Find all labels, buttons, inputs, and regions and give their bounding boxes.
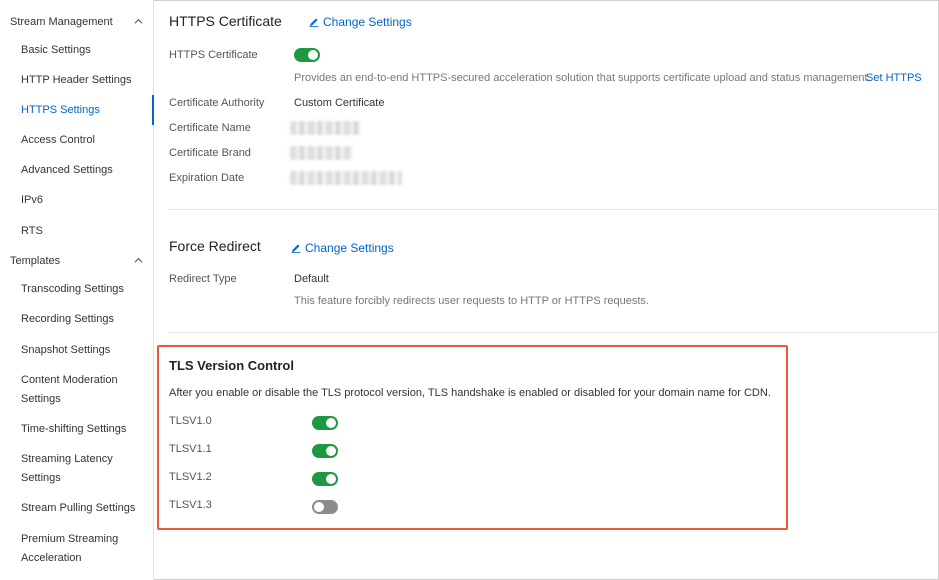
active-indicator <box>152 95 154 125</box>
sidebar-item-label: Settings <box>21 393 61 405</box>
expiration-date-label: Expiration Date <box>169 172 245 184</box>
tls-v1-2-toggle[interactable] <box>312 472 338 486</box>
certificate-authority-label: Certificate Authority <box>169 97 265 109</box>
sidebar-item-label: Streaming Latency <box>21 453 113 465</box>
sidebar-item-time-shifting-settings[interactable]: Time-shifting Settings <box>0 420 153 439</box>
sidebar-group-templates[interactable]: Templates <box>0 248 153 274</box>
redirect-change-settings-link[interactable]: Change Settings <box>291 241 394 255</box>
sidebar-item-snapshot-settings[interactable]: Snapshot Settings <box>0 341 153 360</box>
toggle-knob <box>326 474 336 484</box>
redirect-section-title: Force Redirect <box>169 238 261 254</box>
chevron-up-icon <box>134 18 143 24</box>
certificate-authority-value: Custom Certificate <box>294 97 385 109</box>
sidebar-item-rts[interactable]: RTS <box>0 222 153 241</box>
certificate-name-redacted <box>290 121 360 135</box>
sidebar-item-content-moderation-settings[interactable]: Content Moderation Settings <box>0 371 153 409</box>
https-certificate-description: Provides an end-to-end HTTPS-secured acc… <box>294 72 871 84</box>
sidebar-group-label: Templates <box>10 255 61 267</box>
change-settings-label: Change Settings <box>305 241 394 255</box>
sidebar-item-basic-settings[interactable]: Basic Settings <box>0 41 153 60</box>
sidebar-item-transcoding-settings[interactable]: Transcoding Settings <box>0 280 153 299</box>
sidebar: Stream Management Basic Settings HTTP He… <box>0 0 154 580</box>
https-certificate-toggle[interactable] <box>294 48 320 62</box>
sidebar-item-label: Content Moderation <box>21 374 118 386</box>
sidebar-group-stream-management[interactable]: Stream Management <box>0 9 153 35</box>
toggle-knob <box>326 418 336 428</box>
sidebar-item-streaming-latency-settings[interactable]: Streaming Latency Settings <box>0 450 153 488</box>
edit-icon <box>309 18 319 27</box>
sidebar-item-premium-streaming-acceleration[interactable]: Premium Streaming Acceleration <box>0 530 153 568</box>
tls-description: After you enable or disable the TLS prot… <box>169 387 771 399</box>
tls-section-title: TLS Version Control <box>169 358 294 373</box>
sidebar-item-label: Premium Streaming <box>21 533 119 545</box>
certificate-name-label: Certificate Name <box>169 122 251 134</box>
https-certificate-label: HTTPS Certificate <box>169 49 258 61</box>
toggle-knob <box>308 50 318 60</box>
redirect-type-value: Default <box>294 273 329 285</box>
redirect-description: This feature forcibly redirects user req… <box>294 295 649 307</box>
sidebar-item-https-settings[interactable]: HTTPS Settings <box>0 101 153 120</box>
sidebar-item-recording-settings[interactable]: Recording Settings <box>0 310 153 329</box>
sidebar-item-access-control[interactable]: Access Control <box>0 131 153 150</box>
sidebar-item-label: Settings <box>21 472 61 484</box>
https-change-settings-link[interactable]: Change Settings <box>309 15 412 29</box>
set-https-link[interactable]: Set HTTPS <box>866 72 922 84</box>
certificate-brand-label: Certificate Brand <box>169 147 251 159</box>
redirect-type-label: Redirect Type <box>169 273 237 285</box>
tls-version-label: TLSV1.2 <box>169 471 212 483</box>
toggle-knob <box>314 502 324 512</box>
change-settings-label: Change Settings <box>323 15 412 29</box>
expiration-date-redacted <box>290 171 402 185</box>
toggle-knob <box>326 446 336 456</box>
tls-v1-3-toggle[interactable] <box>312 500 338 514</box>
tls-v1-1-toggle[interactable] <box>312 444 338 458</box>
chevron-up-icon <box>134 257 143 263</box>
edit-icon <box>291 244 301 253</box>
sidebar-group-label: Stream Management <box>10 16 113 28</box>
tls-version-label: TLSV1.1 <box>169 443 212 455</box>
tls-version-label: TLSV1.3 <box>169 499 212 511</box>
sidebar-item-stream-pulling-settings[interactable]: Stream Pulling Settings <box>0 499 153 518</box>
sidebar-item-label: Acceleration <box>21 552 82 564</box>
tls-version-label: TLSV1.0 <box>169 415 212 427</box>
tls-v1-0-toggle[interactable] <box>312 416 338 430</box>
sidebar-item-ipv6[interactable]: IPv6 <box>0 191 153 210</box>
certificate-brand-redacted <box>290 146 352 160</box>
sidebar-item-http-header-settings[interactable]: HTTP Header Settings <box>0 71 153 90</box>
section-divider <box>168 332 939 333</box>
section-divider <box>168 209 939 210</box>
sidebar-item-advanced-settings[interactable]: Advanced Settings <box>0 161 153 180</box>
https-section-title: HTTPS Certificate <box>169 13 282 29</box>
